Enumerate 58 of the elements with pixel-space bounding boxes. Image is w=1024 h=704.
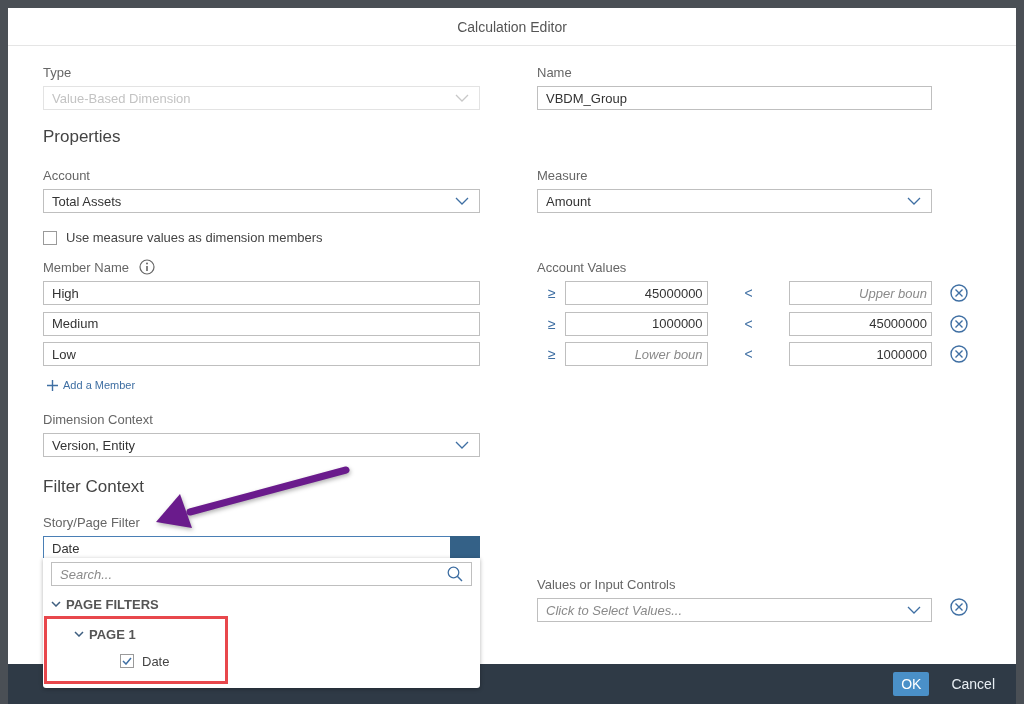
checkmark-icon [122, 657, 132, 665]
operator-symbol: < [743, 315, 754, 332]
field-label: Type [43, 65, 72, 80]
search-field[interactable]: Search... [51, 562, 472, 586]
field-label: Account Values [537, 259, 627, 275]
number-field[interactable]: Lower boun [564, 342, 708, 366]
number-field[interactable]: Upper boun [789, 281, 932, 305]
chevron-down-icon [74, 631, 84, 637]
search-icon [447, 566, 463, 582]
clear-icon[interactable] [950, 598, 968, 616]
operator-symbol: ≥ [547, 285, 557, 301]
add-member-link[interactable]: Add a Member [43, 379, 136, 391]
checkbox-label: Use measure values as dimension members [66, 230, 323, 245]
plus-icon [47, 379, 58, 391]
field-label: Values or Input Controls [537, 577, 676, 592]
operator-symbol: < [743, 285, 754, 301]
tree-item-label: Date [142, 653, 170, 669]
operator-symbol: ≥ [547, 315, 557, 332]
dropdown-field[interactable]: Total Assets [43, 189, 480, 213]
field-label: Member Name [43, 259, 129, 275]
dropdown-field[interactable]: Version, Entity [43, 433, 480, 457]
number-field[interactable]: 45000000 [564, 281, 708, 305]
section-heading: Filter Context [43, 476, 145, 498]
chevron-down-icon [455, 441, 469, 449]
operator-symbol: ≥ [547, 346, 557, 362]
field-label: Measure [537, 168, 588, 183]
number-field[interactable]: 45000000 [789, 311, 932, 336]
dropdown-field[interactable]: Click to Select Values... [537, 598, 932, 622]
checkbox[interactable] [43, 230, 57, 245]
chevron-down-icon [455, 197, 469, 205]
number-field[interactable]: 1000000 [564, 311, 708, 336]
chevron-down-icon [907, 606, 921, 614]
chevron-down-icon [455, 94, 469, 102]
cancel-button[interactable]: Cancel [943, 672, 1003, 696]
operator-symbol: < [743, 346, 754, 362]
text-field[interactable]: Low [43, 342, 480, 366]
checkbox[interactable] [120, 654, 134, 668]
clear-icon[interactable] [950, 284, 968, 302]
field-label: Account [43, 168, 90, 183]
dropdown-button[interactable] [450, 536, 480, 560]
filter-field[interactable]: Date [43, 536, 450, 560]
chevron-down-icon [907, 197, 921, 205]
chevron-down-icon [51, 601, 61, 607]
dialog-title: Calculation Editor [8, 8, 1016, 46]
clear-icon[interactable] [950, 314, 968, 333]
name-field[interactable]: VBDM_Group [537, 86, 932, 110]
number-field[interactable]: 1000000 [789, 342, 932, 366]
tree-node[interactable]: PAGE FILTERS [51, 593, 472, 615]
field-label: Story/Page Filter [43, 515, 140, 530]
clear-icon[interactable] [950, 345, 968, 363]
text-field[interactable]: Medium [43, 311, 480, 336]
tree-node[interactable]: PAGE 1 [74, 623, 472, 645]
dropdown-field[interactable]: Amount [537, 189, 932, 213]
text-field[interactable]: High [43, 281, 480, 305]
section-heading: Properties [43, 126, 121, 148]
field-label: Dimension Context [43, 412, 153, 427]
field-label: Name [537, 65, 572, 80]
info-icon[interactable] [138, 259, 155, 275]
